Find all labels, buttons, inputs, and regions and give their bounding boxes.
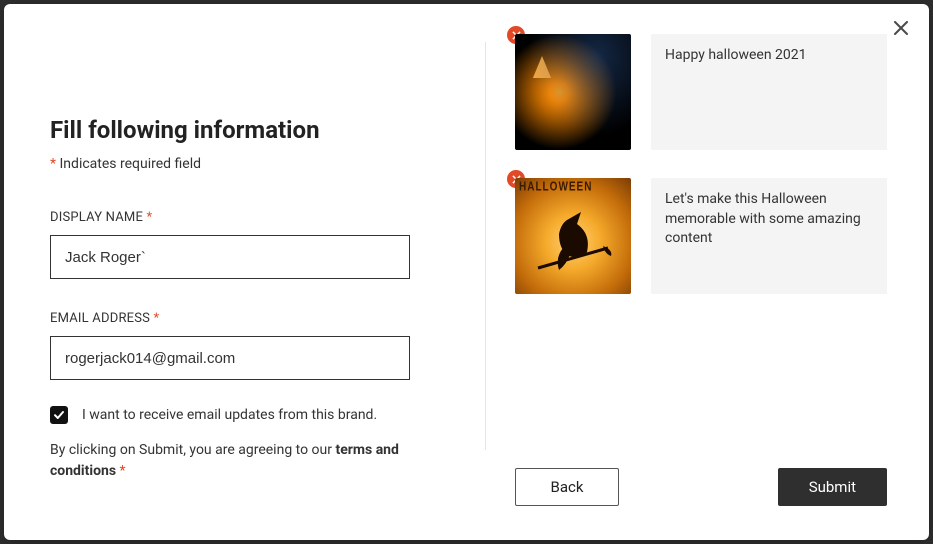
terms-line: By clicking on Submit, you are agreeing … [50, 440, 430, 482]
checkmark-icon [53, 409, 65, 421]
modal-overlay: Fill following information * Indicates r… [0, 0, 933, 544]
modal: Fill following information * Indicates r… [4, 4, 929, 540]
back-button[interactable]: Back [515, 468, 619, 506]
post-thumbnail: HALLOWEEN [515, 178, 631, 294]
required-hint-text: Indicates required field [56, 156, 201, 172]
subscribe-label: I want to receive email updates from thi… [82, 407, 377, 423]
email-label: EMAIL ADDRESS * [50, 311, 438, 326]
post-row: HALLOWEEN Let's make this Halloween memo… [515, 178, 887, 294]
display-name-label: DISPLAY NAME * [50, 210, 438, 225]
display-name-input[interactable] [50, 235, 410, 279]
subscribe-row: I want to receive email updates from thi… [50, 406, 438, 424]
required-star-icon: * [154, 311, 160, 326]
required-hint: * Indicates required field [50, 156, 438, 172]
button-row: Back Submit [515, 468, 887, 506]
submit-button[interactable]: Submit [778, 468, 887, 506]
form-pane: Fill following information * Indicates r… [4, 4, 484, 540]
post-caption-input[interactable]: Let's make this Halloween memorable with… [651, 178, 887, 294]
email-input[interactable] [50, 336, 410, 380]
subscribe-checkbox[interactable] [50, 406, 68, 424]
required-star-icon: * [120, 463, 126, 479]
post-image [515, 34, 631, 150]
witch-icon [533, 208, 613, 288]
post-caption-input[interactable]: Happy halloween 2021 [651, 34, 887, 150]
post-image: HALLOWEEN [515, 178, 631, 294]
form-heading: Fill following information [50, 116, 438, 144]
required-star-icon: * [146, 210, 152, 225]
posts-pane: Happy halloween 2021 HALLOWEEN [484, 4, 929, 540]
post-row: Happy halloween 2021 [515, 34, 887, 150]
post-thumbnail [515, 34, 631, 150]
